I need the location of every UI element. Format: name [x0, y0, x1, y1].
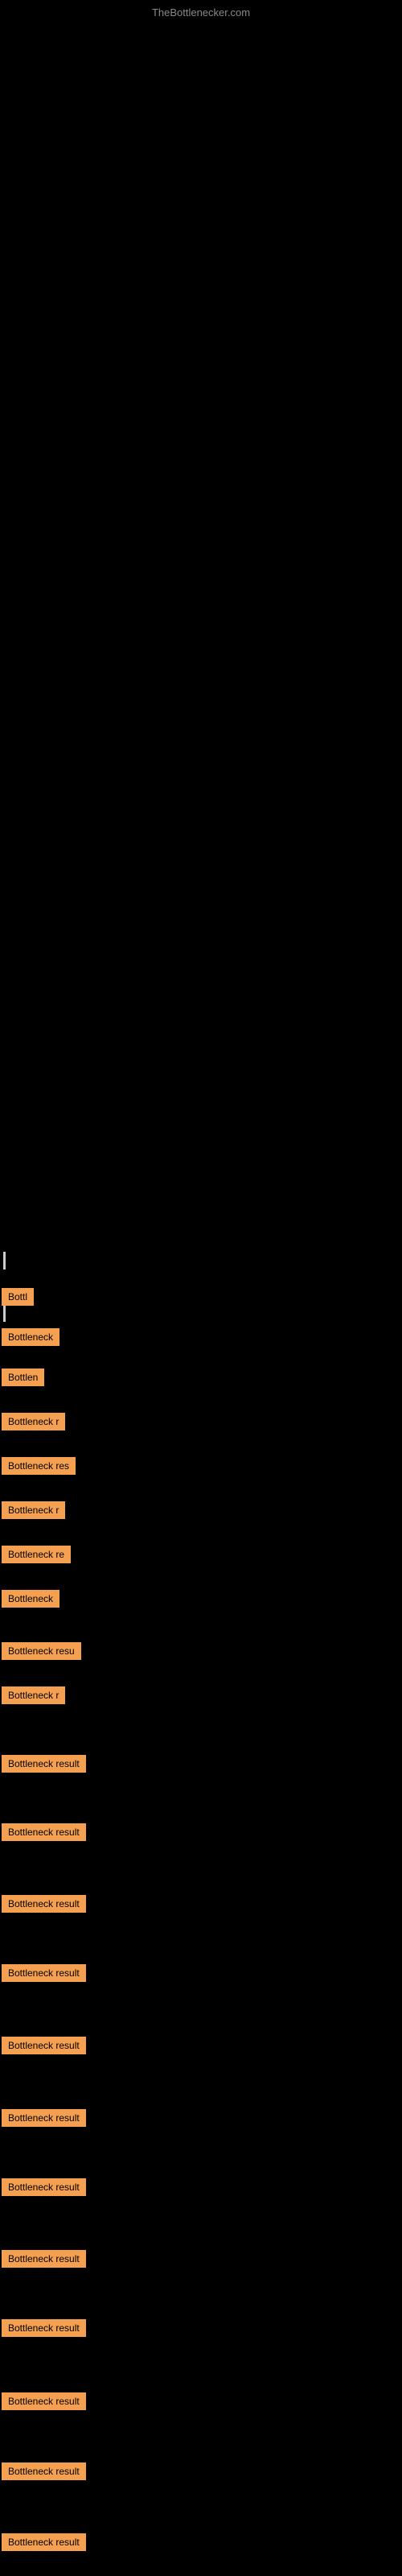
bottleneck-result-1[interactable]: Bottl [2, 1288, 34, 1306]
bottleneck-result-16[interactable]: Bottleneck result [2, 2109, 86, 2127]
bottleneck-result-9[interactable]: Bottleneck resu [2, 1642, 81, 1660]
cursor-line-0 [3, 1252, 6, 1269]
bottleneck-result-19[interactable]: Bottleneck result [2, 2319, 86, 2337]
bottleneck-result-13[interactable]: Bottleneck result [2, 1895, 86, 1913]
bottleneck-result-3[interactable]: Bottlen [2, 1368, 44, 1386]
bottleneck-result-20[interactable]: Bottleneck result [2, 2392, 86, 2410]
bottleneck-result-21[interactable]: Bottleneck result [2, 2462, 86, 2480]
bottleneck-result-15[interactable]: Bottleneck result [2, 2037, 86, 2054]
bottleneck-result-17[interactable]: Bottleneck result [2, 2178, 86, 2196]
bottleneck-result-8[interactable]: Bottleneck [2, 1590, 59, 1608]
bottleneck-result-11[interactable]: Bottleneck result [2, 1755, 86, 1773]
bottleneck-result-7[interactable]: Bottleneck re [2, 1546, 71, 1563]
bottleneck-result-4[interactable]: Bottleneck r [2, 1413, 65, 1430]
bottleneck-result-14[interactable]: Bottleneck result [2, 1964, 86, 1982]
cursor-line-1 [3, 1304, 6, 1322]
bottleneck-result-5[interactable]: Bottleneck res [2, 1457, 76, 1475]
bottleneck-result-18[interactable]: Bottleneck result [2, 2250, 86, 2268]
bottleneck-result-12[interactable]: Bottleneck result [2, 1823, 86, 1841]
bottleneck-result-6[interactable]: Bottleneck r [2, 1501, 65, 1519]
bottleneck-result-2[interactable]: Bottleneck [2, 1328, 59, 1346]
bottleneck-result-10[interactable]: Bottleneck r [2, 1686, 65, 1704]
bottleneck-result-22[interactable]: Bottleneck result [2, 2533, 86, 2551]
site-title: TheBottlenecker.com [152, 6, 250, 19]
